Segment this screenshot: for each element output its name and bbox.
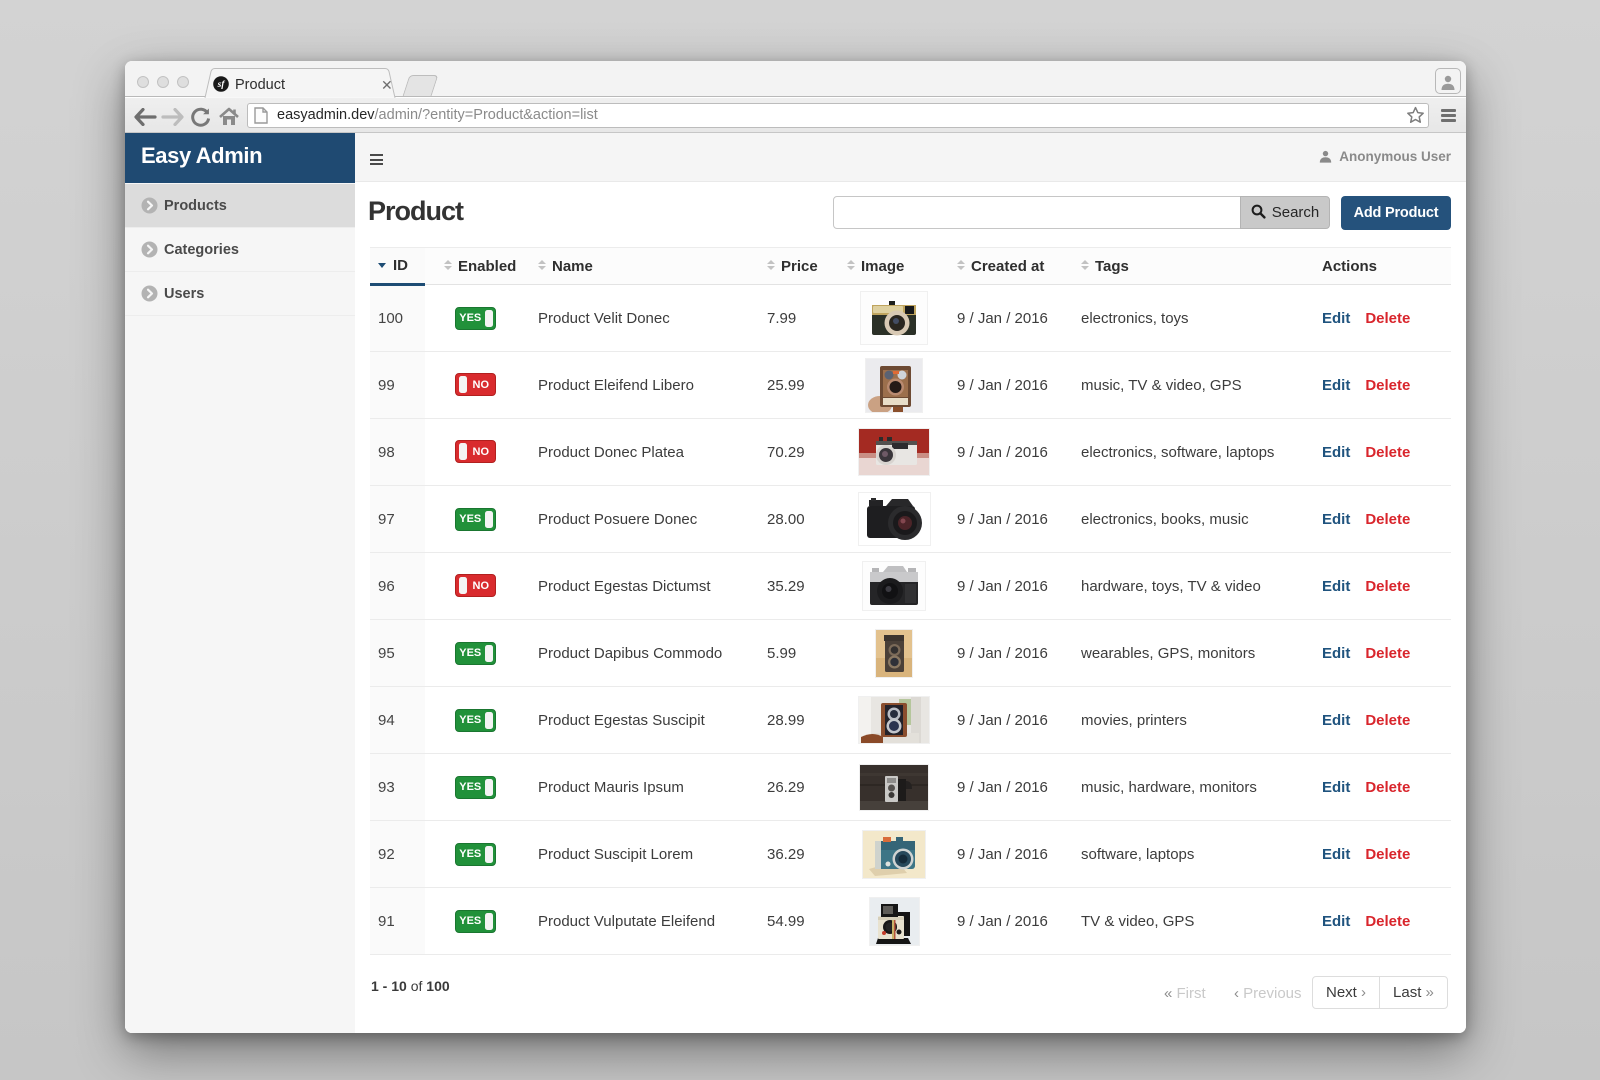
svg-text:sf: sf xyxy=(217,80,226,90)
